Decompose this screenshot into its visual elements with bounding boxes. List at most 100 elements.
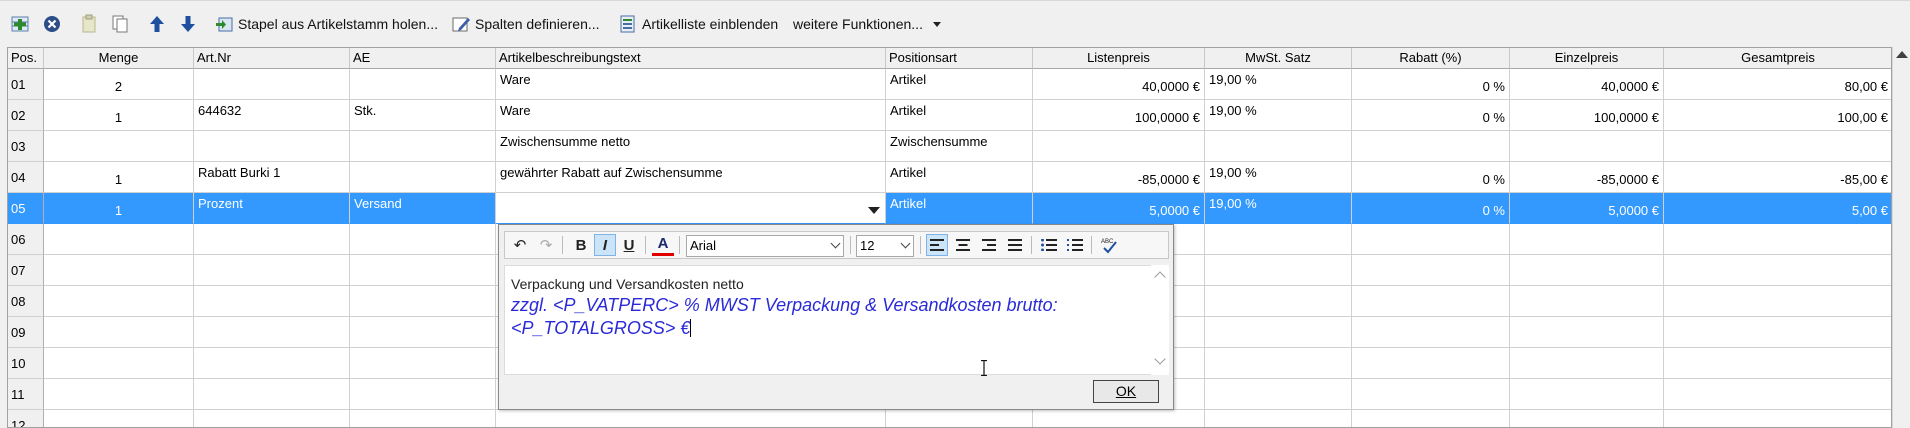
- cell-artnr[interactable]: [194, 286, 350, 317]
- cell-ae[interactable]: [350, 286, 496, 317]
- cell-artnr[interactable]: [194, 255, 350, 286]
- cell-einzelpreis[interactable]: [1510, 317, 1664, 348]
- cell-einzelpreis[interactable]: [1510, 255, 1664, 286]
- add-row-icon[interactable]: [10, 13, 30, 35]
- cell-mwst[interactable]: [1205, 348, 1352, 379]
- cell-description[interactable]: gewährter Rabatt auf Zwischensumme: [496, 162, 886, 193]
- bold-button[interactable]: B: [570, 234, 592, 256]
- cell-artnr[interactable]: [194, 317, 350, 348]
- column-header-text[interactable]: Artikelbeschreibungstext: [496, 48, 886, 69]
- cell-menge[interactable]: 1: [44, 100, 194, 131]
- cell-rabatt[interactable]: [1352, 224, 1510, 255]
- cell-positionsart[interactable]: Artikel: [886, 193, 1033, 224]
- cell-pos[interactable]: 08: [8, 286, 44, 317]
- cell-menge[interactable]: 2: [44, 69, 194, 100]
- cell-rabatt[interactable]: [1352, 286, 1510, 317]
- batch-from-master-button[interactable]: Stapel aus Artikelstamm holen...: [214, 13, 438, 35]
- cell-gesamtpreis[interactable]: [1664, 379, 1891, 410]
- cell-description[interactable]: [496, 410, 886, 427]
- font-color-icon[interactable]: A: [652, 234, 674, 256]
- cell-artnr[interactable]: [194, 69, 350, 100]
- cell-pos[interactable]: 01: [8, 69, 44, 100]
- cell-rabatt[interactable]: [1352, 317, 1510, 348]
- cell-pos[interactable]: 06: [8, 224, 44, 255]
- cell-ae[interactable]: [350, 224, 496, 255]
- cell-description[interactable]: Zwischensumme netto: [496, 131, 886, 162]
- cell-positionsart[interactable]: Artikel: [886, 69, 1033, 100]
- cell-mwst[interactable]: [1205, 410, 1352, 427]
- spellcheck-icon[interactable]: ABC: [1098, 234, 1120, 256]
- cell-description[interactable]: Ware: [496, 100, 886, 131]
- editor-scroll-up-icon[interactable]: [1154, 271, 1166, 283]
- cell-menge[interactable]: [44, 131, 194, 162]
- numbered-list-icon[interactable]: [1064, 234, 1086, 256]
- cell-menge[interactable]: [44, 379, 194, 410]
- cell-einzelpreis[interactable]: 5,0000 €: [1510, 193, 1664, 224]
- cell-rabatt[interactable]: [1352, 410, 1510, 427]
- cell-listenpreis[interactable]: -85,0000 €: [1033, 162, 1205, 193]
- cell-artnr[interactable]: Prozent: [194, 193, 350, 224]
- cell-menge[interactable]: [44, 286, 194, 317]
- align-center-icon[interactable]: [952, 234, 974, 256]
- cell-pos[interactable]: 11: [8, 379, 44, 410]
- paste-icon[interactable]: [80, 13, 100, 35]
- undo-icon[interactable]: ↶: [509, 234, 531, 256]
- define-columns-button[interactable]: Spalten definieren...: [451, 13, 600, 35]
- cell-rabatt[interactable]: 0 %: [1352, 100, 1510, 131]
- cell-einzelpreis[interactable]: [1510, 348, 1664, 379]
- cell-einzelpreis[interactable]: 40,0000 €: [1510, 69, 1664, 100]
- cell-pos[interactable]: 10: [8, 348, 44, 379]
- cell-rabatt[interactable]: [1352, 131, 1510, 162]
- align-justify-icon[interactable]: [1004, 234, 1026, 256]
- column-header-menge[interactable]: Menge: [44, 48, 194, 69]
- column-header-mwst[interactable]: MwSt. Satz: [1205, 48, 1352, 69]
- cell-gesamtpreis[interactable]: -85,00 €: [1664, 162, 1891, 193]
- cell-mwst[interactable]: [1205, 317, 1352, 348]
- cell-positionsart[interactable]: Artikel: [886, 162, 1033, 193]
- redo-icon[interactable]: ↷: [535, 234, 557, 256]
- font-family-select[interactable]: Arial: [686, 235, 844, 257]
- cell-mwst[interactable]: 19,00 %: [1205, 193, 1352, 224]
- table-row[interactable]: 05 1 Prozent Versand Artikel 5,0000 €19,00 % 0…: [8, 193, 1891, 224]
- cell-pos[interactable]: 03: [8, 131, 44, 162]
- italic-button[interactable]: I: [594, 234, 616, 256]
- font-size-select[interactable]: 12: [856, 235, 914, 257]
- cell-ae[interactable]: Versand: [350, 193, 496, 224]
- cell-ae[interactable]: [350, 410, 496, 427]
- cell-gesamtpreis[interactable]: [1664, 410, 1891, 427]
- cell-gesamtpreis[interactable]: [1664, 255, 1891, 286]
- move-down-icon[interactable]: [178, 13, 198, 35]
- cell-menge[interactable]: 1: [44, 193, 194, 224]
- cell-rabatt[interactable]: 0 %: [1352, 162, 1510, 193]
- column-header-positionsart[interactable]: Positionsart: [886, 48, 1033, 69]
- editor-text-area[interactable]: Verpackung und Versandkosten netto zzgl.…: [504, 265, 1158, 375]
- cell-menge[interactable]: [44, 224, 194, 255]
- cell-artnr[interactable]: [194, 131, 350, 162]
- cell-ae[interactable]: [350, 317, 496, 348]
- cell-einzelpreis[interactable]: [1510, 286, 1664, 317]
- cell-rabatt[interactable]: 0 %: [1352, 69, 1510, 100]
- cell-listenpreis[interactable]: [1033, 131, 1205, 162]
- cell-rabatt[interactable]: [1352, 348, 1510, 379]
- cell-artnr[interactable]: [194, 348, 350, 379]
- cell-mwst[interactable]: 19,00 %: [1205, 162, 1352, 193]
- cell-ae[interactable]: [350, 69, 496, 100]
- delete-row-icon[interactable]: [42, 13, 62, 35]
- cell-menge[interactable]: [44, 348, 194, 379]
- underline-button[interactable]: U: [618, 234, 640, 256]
- cell-positionsart[interactable]: Artikel: [886, 100, 1033, 131]
- cell-einzelpreis[interactable]: [1510, 131, 1664, 162]
- cell-menge[interactable]: [44, 255, 194, 286]
- cell-positionsart[interactable]: Zwischensumme: [886, 131, 1033, 162]
- cell-gesamtpreis[interactable]: [1664, 224, 1891, 255]
- cell-einzelpreis[interactable]: -85,0000 €: [1510, 162, 1664, 193]
- cell-description[interactable]: Ware: [496, 69, 886, 100]
- cell-listenpreis[interactable]: 40,0000 €: [1033, 69, 1205, 100]
- table-row[interactable]: 03 Zwischensumme netto Zwischensumme: [8, 131, 1891, 162]
- cell-ae[interactable]: [350, 348, 496, 379]
- cell-menge[interactable]: [44, 410, 194, 427]
- cell-pos[interactable]: 12: [8, 410, 44, 427]
- cell-pos[interactable]: 04: [8, 162, 44, 193]
- column-header-pos[interactable]: Pos.: [8, 48, 44, 69]
- cell-ae[interactable]: [350, 255, 496, 286]
